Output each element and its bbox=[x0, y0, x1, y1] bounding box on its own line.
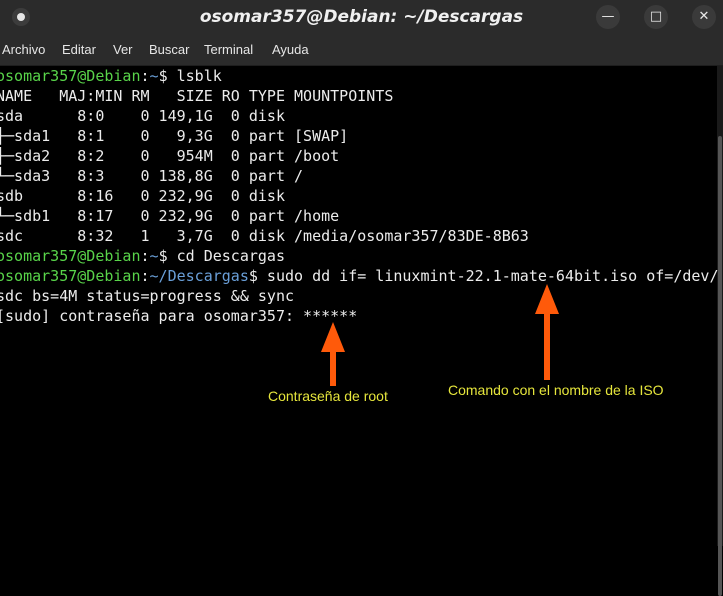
prompt-separator: : bbox=[140, 67, 150, 85]
arrow-head bbox=[321, 322, 345, 352]
prompt-separator: : bbox=[140, 267, 150, 285]
menu-terminal[interactable]: Terminal bbox=[204, 42, 253, 57]
lsblk-row: └─sdb1 8:17 0 232,9G 0 part /home bbox=[0, 207, 340, 225]
arrow-head bbox=[535, 284, 559, 314]
menu-editar[interactable]: Editar bbox=[62, 42, 96, 57]
annotation-command: Comando con el nombre de la ISO bbox=[448, 382, 664, 398]
lsblk-row: └─sda3 8:3 0 138,8G 0 part / bbox=[0, 167, 304, 185]
prompt-user: osomar357@Debian bbox=[0, 267, 141, 285]
prompt-command: $ lsblk bbox=[158, 67, 222, 85]
scrollbar[interactable] bbox=[717, 66, 723, 596]
menu-ayuda[interactable]: Ayuda bbox=[272, 42, 309, 57]
menu-bar: Archivo Editar Ver Buscar Terminal Ayuda bbox=[0, 35, 723, 66]
arrow-shaft bbox=[544, 312, 550, 380]
lsblk-row: ├─sda2 8:2 0 954M 0 part /boot bbox=[0, 147, 340, 165]
prompt-path: ~ bbox=[149, 67, 159, 85]
prompt-command: $ cd Descargas bbox=[158, 247, 285, 265]
annotation-password: Contraseña de root bbox=[268, 388, 388, 404]
arrow-up-icon bbox=[321, 322, 345, 386]
sudo-password-prompt: [sudo] contraseña para osomar357: ****** bbox=[0, 307, 358, 325]
arrow-up-icon bbox=[535, 284, 559, 380]
lsblk-row: sda 8:0 0 149,1G 0 disk bbox=[0, 107, 285, 125]
prompt-line-dd: osomar357@Debian:~/Descargas$ sudo dd if… bbox=[0, 266, 718, 286]
prompt-user: osomar357@Debian bbox=[0, 67, 141, 85]
arrow-shaft bbox=[330, 350, 336, 386]
lsblk-header: NAME MAJ:MIN RM SIZE RO TYPE MOUNTPOINTS bbox=[0, 87, 394, 105]
lsblk-row: sdb 8:16 0 232,9G 0 disk bbox=[0, 187, 285, 205]
close-icon[interactable]: ✕ bbox=[692, 5, 716, 29]
scrollbar-thumb[interactable] bbox=[718, 136, 722, 596]
title-bar: osomar357@Debian: ~/Descargas — □ ✕ bbox=[0, 0, 723, 35]
prompt-line-cd: osomar357@Debian:~$ cd Descargas bbox=[0, 246, 285, 266]
prompt-separator: : bbox=[140, 247, 150, 265]
prompt-user: osomar357@Debian bbox=[0, 247, 141, 265]
lsblk-row: sdc 8:32 1 3,7G 0 disk /media/osomar357/… bbox=[0, 227, 529, 245]
prompt-line-lsblk: osomar357@Debian:~$ lsblk bbox=[0, 66, 222, 86]
lsblk-row: ├─sda1 8:1 0 9,3G 0 part [SWAP] bbox=[0, 127, 349, 145]
prompt-path: ~ bbox=[149, 247, 159, 265]
dd-command-continuation: sdc bs=4M status=progress && sync bbox=[0, 287, 295, 305]
menu-archivo[interactable]: Archivo bbox=[2, 42, 45, 57]
minimize-icon[interactable]: — bbox=[596, 5, 620, 29]
prompt-path: ~/Descargas bbox=[149, 267, 249, 285]
menu-ver[interactable]: Ver bbox=[113, 42, 133, 57]
prompt-command: $ sudo dd if= linuxmint-22.1-mate-64bit.… bbox=[248, 267, 719, 285]
maximize-icon[interactable]: □ bbox=[644, 5, 668, 29]
menu-buscar[interactable]: Buscar bbox=[149, 42, 189, 57]
